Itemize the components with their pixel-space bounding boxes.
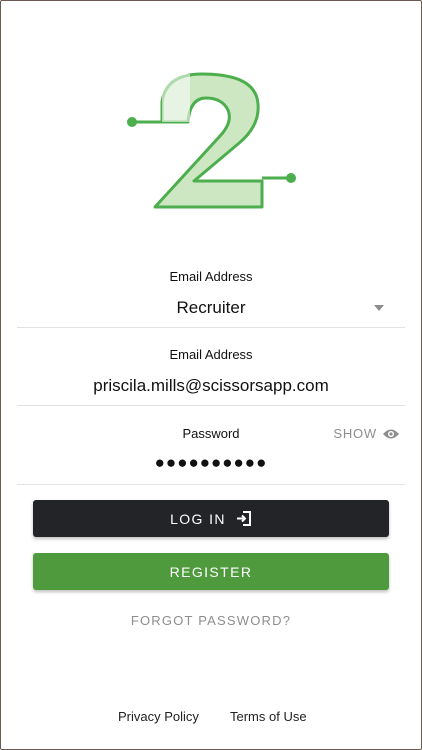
privacy-policy-link[interactable]: Privacy Policy [118,709,199,724]
app-logo [127,72,296,209]
email-field[interactable]: Email Address priscila.mills@scissorsapp… [17,338,405,406]
email-field-value[interactable]: priscila.mills@scissorsapp.com [17,376,405,396]
email-field-label: Email Address [169,347,253,362]
role-select-label: Email Address [169,269,253,284]
forgot-password-link[interactable]: FORGOT PASSWORD? [0,613,422,628]
eye-icon [383,429,399,438]
terms-of-use-link[interactable]: Terms of Use [230,709,307,724]
register-button-label: REGISTER [169,563,253,580]
login-arrow-icon [236,511,252,526]
show-password-label: SHOW [333,426,377,441]
show-password-toggle[interactable]: SHOW [333,426,400,441]
caret-down-icon[interactable] [374,305,384,311]
login-button[interactable]: LOG IN [33,500,389,537]
role-select-value[interactable]: Recruiter [17,298,405,318]
login-button-label: LOG IN [170,510,226,527]
role-select[interactable]: Email Address Recruiter [17,260,405,328]
password-field[interactable]: Password SHOW ●●●●●●●●●● [17,416,405,485]
register-button[interactable]: REGISTER [33,553,389,590]
password-value[interactable]: ●●●●●●●●●● [17,453,405,473]
